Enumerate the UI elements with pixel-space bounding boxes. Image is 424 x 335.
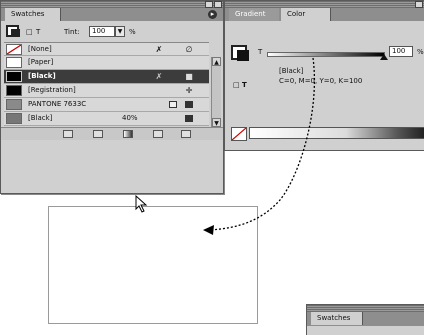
tint-slider-track[interactable] (267, 52, 385, 57)
text-icon[interactable]: T (36, 28, 40, 36)
tint-label: Tint: (64, 28, 80, 36)
tab-swatches[interactable]: Swatches (5, 8, 61, 21)
swatch-label: [None] (28, 45, 52, 53)
color-tab-row: Gradient Color (225, 8, 424, 21)
delete-swatch-icon[interactable] (181, 130, 191, 138)
tint-dropdown-icon[interactable]: ▼ (115, 26, 125, 37)
swatch-chip-registration (6, 85, 22, 96)
slider-value-field[interactable]: 100 (389, 46, 413, 57)
minimize-button[interactable] (415, 1, 423, 8)
swatch-row-registration[interactable]: [Registration] ✛ (4, 84, 209, 98)
fill-stroke-icon[interactable] (231, 45, 249, 61)
no-edit-icon: ✗ (155, 45, 163, 54)
gradient-ramp[interactable] (249, 127, 424, 139)
swatches-titlebar[interactable] (1, 1, 223, 8)
swatch-row-none[interactable]: [None] ✗ ∅ (4, 42, 209, 56)
process-color-icon (185, 115, 193, 122)
container-icon[interactable]: □ (26, 28, 33, 36)
swatch-chip-black-tint (6, 113, 22, 124)
tab-swatches-2[interactable]: Swatches (311, 312, 363, 325)
text-icon[interactable]: T (242, 81, 247, 89)
new-swatch-icon[interactable] (153, 130, 163, 138)
swatches-bottom-bar (1, 127, 223, 140)
swatch-chip-paper (6, 57, 22, 68)
registration-icon: ✛ (185, 86, 193, 95)
swatch-row-pantone[interactable]: PANTONE 7633C (4, 98, 209, 112)
slider-label: T (258, 48, 263, 56)
swatches-panel-2: Swatches (306, 304, 424, 335)
container-icon[interactable]: □ (233, 81, 240, 89)
close-button[interactable] (214, 1, 222, 8)
mouse-cursor-icon (135, 195, 148, 213)
spot-color-icon (169, 101, 177, 108)
slider-unit: % (417, 48, 424, 56)
tab-gradient[interactable]: Gradient (229, 8, 279, 21)
tab-color[interactable]: Color (281, 8, 331, 21)
no-edit-icon: ✗ (155, 72, 163, 81)
swatch-row-black[interactable]: [Black] ✗ ■ (4, 70, 209, 84)
color-mode-icon (185, 101, 193, 108)
swatch-label: [Black] (28, 114, 53, 122)
none-icon: ∅ (185, 45, 193, 54)
swatch-label: [Black] (28, 72, 56, 80)
swatch-label: [Paper] (28, 58, 54, 66)
swatch-row-black-tint[interactable]: [Black] 40% (4, 112, 209, 126)
show-gradient-swatches-icon[interactable] (123, 130, 133, 138)
swatch-percent: 40% (122, 114, 138, 122)
color-titlebar[interactable] (225, 1, 424, 8)
tint-unit: % (129, 28, 136, 36)
show-color-swatches-icon[interactable] (93, 130, 103, 138)
swatches-scrollbar[interactable]: ▲ ▼ (211, 57, 221, 127)
swatch-row-paper[interactable]: [Paper] (4, 56, 209, 70)
fill-stroke-icon[interactable] (6, 25, 20, 37)
show-all-swatches-icon[interactable] (63, 130, 73, 138)
swatch-name: [Black] (279, 67, 304, 75)
tint-field[interactable]: 100 (89, 26, 115, 37)
swatch-label: [Registration] (28, 86, 76, 94)
gradient-ramp-panel (224, 118, 424, 151)
swatch-label: PANTONE 7633C (28, 100, 87, 108)
swatches-tab-row: Swatches ▸ (1, 8, 223, 21)
swatches-panel: Swatches ▸ □ T Tint: 100 ▼ % [None] ✗ ∅ … (0, 0, 224, 194)
scroll-up-icon[interactable]: ▲ (212, 57, 221, 66)
swatch-chip-pantone (6, 99, 22, 110)
none-swatch-icon[interactable] (231, 127, 247, 141)
tint-slider-handle[interactable] (380, 54, 388, 60)
swatches-2-tab-row: Swatches (307, 312, 424, 326)
scroll-down-icon[interactable]: ▼ (212, 118, 221, 127)
swatch-value: C=0, M=0, Y=0, K=100 (279, 77, 363, 85)
process-color-icon: ■ (185, 72, 193, 81)
panel-menu-icon[interactable]: ▸ (208, 10, 217, 19)
swatch-chip-black (6, 71, 22, 82)
page-frame[interactable] (48, 206, 258, 324)
minimize-button[interactable] (205, 1, 213, 8)
swatches-2-titlebar[interactable] (307, 305, 424, 312)
swatch-chip-none (6, 44, 22, 55)
